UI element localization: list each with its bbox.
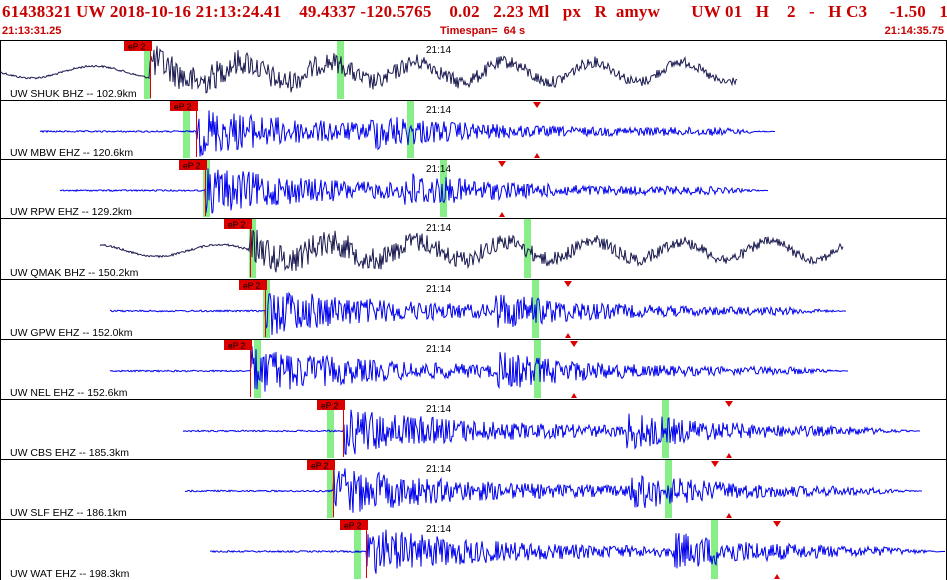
pick-flag-label: eP 2 bbox=[228, 220, 246, 230]
arrival-down-triangle-icon bbox=[570, 341, 578, 347]
time-tick-label: 21:14 bbox=[426, 344, 451, 355]
waveform-cbs bbox=[182, 409, 920, 456]
waveform-gpw bbox=[109, 291, 847, 336]
channel-label-mbw: UW MBW EHZ -- 120.6km bbox=[10, 147, 133, 159]
s-window-marker bbox=[711, 520, 718, 579]
arrival-down-triangle-icon bbox=[533, 102, 541, 108]
pick-flag-label: eP 2 bbox=[128, 42, 146, 52]
waveform-qmak bbox=[99, 229, 844, 273]
channel-label-gpw: UW GPW EHZ -- 152.0km bbox=[10, 327, 133, 339]
waveform-shuk bbox=[0, 45, 738, 94]
time-tick-label: 21:14 bbox=[426, 105, 451, 116]
arrival-up-triangle-icon bbox=[571, 393, 577, 398]
time-tick-label: 21:14 bbox=[426, 524, 451, 535]
arrival-down-triangle-icon bbox=[564, 281, 572, 287]
waveform-rpw bbox=[59, 168, 769, 214]
arrival-up-triangle-icon bbox=[726, 513, 732, 518]
pick-flag-label: eP 2 bbox=[243, 281, 261, 291]
pick-flag-label: eP 2 bbox=[311, 461, 329, 471]
pick-flag-label: eP 2 bbox=[183, 161, 201, 171]
arrival-up-triangle-icon bbox=[565, 333, 571, 338]
seismogram-panels[interactable]: eP 2 21:14 UW SHUK BHZ -- 102.9km eP 2 21:14… bbox=[0, 0, 947, 580]
time-tick-label: 21:14 bbox=[426, 284, 451, 295]
channel-label-qmak: UW QMAK BHZ -- 150.2km bbox=[10, 267, 139, 279]
arrival-up-triangle-icon bbox=[534, 153, 540, 158]
trace-panel-qmak[interactable] bbox=[0, 218, 947, 280]
channel-label-slf: UW SLF EHZ -- 186.1km bbox=[10, 507, 127, 519]
pick-flag-label: eP 2 bbox=[174, 102, 192, 112]
waveform-slf bbox=[184, 468, 922, 513]
trace-panel-gpw[interactable] bbox=[0, 279, 947, 340]
arrival-down-triangle-icon bbox=[711, 461, 719, 467]
time-tick-label: 21:14 bbox=[426, 464, 451, 475]
arrival-down-triangle-icon bbox=[498, 161, 506, 167]
channel-label-nel: UW NEL EHZ -- 152.6km bbox=[10, 387, 128, 399]
channel-label-rpw: UW RPW EHZ -- 129.2km bbox=[10, 206, 132, 218]
arrival-down-triangle-icon bbox=[725, 401, 733, 407]
time-tick-label: 21:14 bbox=[426, 45, 451, 56]
waveform-wat bbox=[209, 529, 946, 574]
pick-flag-label: eP 2 bbox=[228, 341, 246, 351]
pick-flag-label: eP 2 bbox=[321, 401, 339, 411]
pick-flag-label: eP 2 bbox=[344, 521, 362, 531]
channel-label-shuk: UW SHUK BHZ -- 102.9km bbox=[10, 88, 137, 100]
channel-label-cbs: UW CBS EHZ -- 185.3km bbox=[10, 447, 129, 459]
arrival-up-triangle-icon bbox=[499, 212, 505, 217]
channel-label-wat: UW WAT EHZ -- 198.3km bbox=[10, 568, 130, 580]
s-window-marker bbox=[524, 219, 531, 278]
arrival-down-triangle-icon bbox=[773, 521, 781, 527]
time-tick-label: 21:14 bbox=[426, 223, 451, 234]
time-tick-label: 21:14 bbox=[426, 404, 451, 415]
time-tick-label: 21:14 bbox=[426, 164, 451, 175]
arrival-up-triangle-icon bbox=[774, 574, 780, 579]
arrival-up-triangle-icon bbox=[726, 453, 732, 458]
waveform-nel bbox=[109, 346, 848, 392]
